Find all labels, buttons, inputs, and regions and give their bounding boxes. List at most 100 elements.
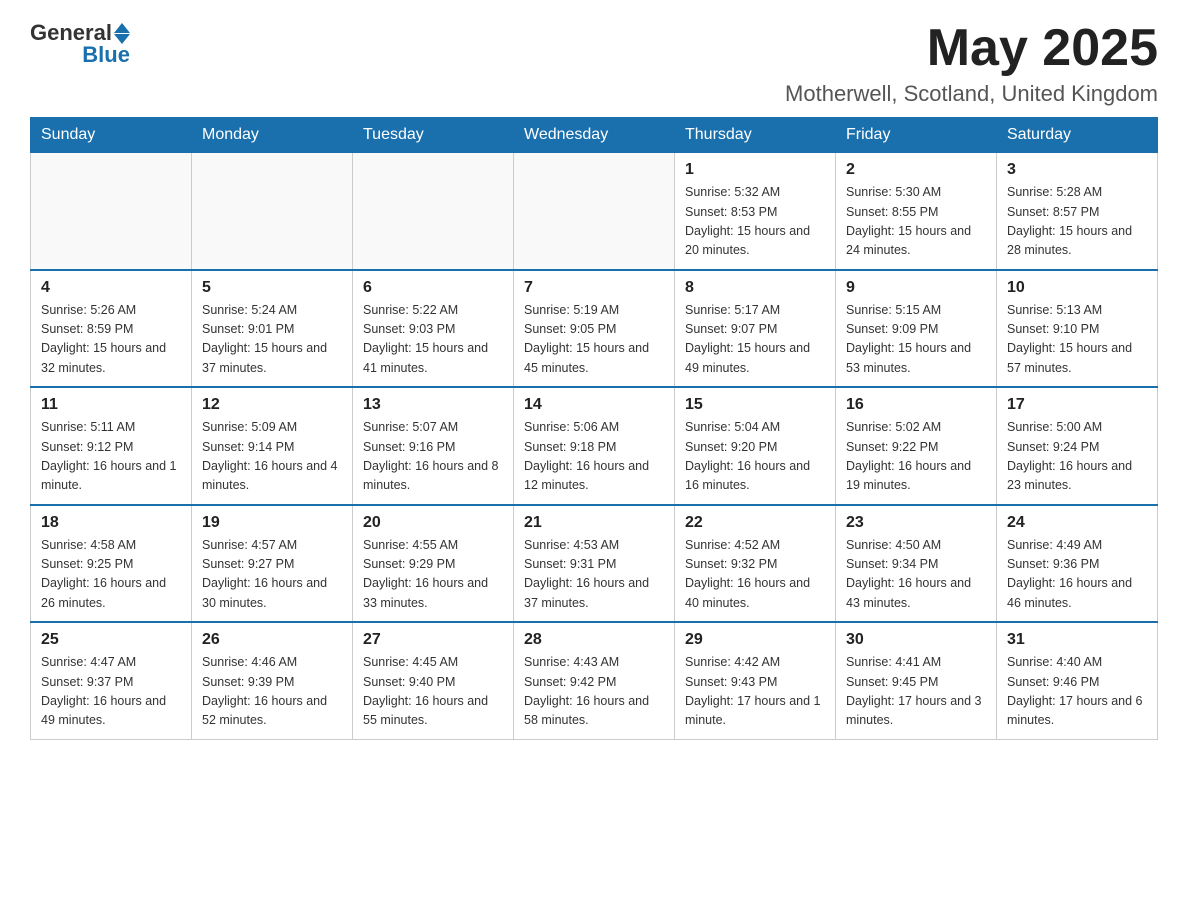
logo-blue-text: Blue (82, 42, 130, 68)
day-number: 14 (524, 396, 664, 414)
day-number: 6 (363, 279, 503, 297)
day-number: 26 (202, 631, 342, 649)
calendar-day-cell: 5 Sunrise: 5:24 AM Sunset: 9:01 PM Daylig… (192, 270, 353, 388)
day-number: 1 (685, 161, 825, 179)
calendar-day-cell (514, 153, 675, 270)
day-info: Sunrise: 4:55 AM Sunset: 9:29 PM Dayligh… (363, 536, 503, 614)
calendar-day-cell: 20Sunrise: 4:55 AM Sunset: 9:29 PM Dayli… (353, 505, 514, 623)
day-info: Sunrise: 4:52 AM Sunset: 9:32 PM Dayligh… (685, 536, 825, 614)
day-info: Sunrise: 4:42 AM Sunset: 9:43 PM Dayligh… (685, 653, 825, 731)
day-info: Sunrise: 4:46 AM Sunset: 9:39 PM Dayligh… (202, 653, 342, 731)
day-info: Sunrise: 4:49 AM Sunset: 9:36 PM Dayligh… (1007, 536, 1147, 614)
day-number: 2 (846, 161, 986, 179)
day-number: 18 (41, 514, 181, 532)
day-number: 4 (41, 279, 181, 297)
day-number: 24 (1007, 514, 1147, 532)
calendar-week-row: 4 Sunrise: 5:26 AM Sunset: 8:59 PM Daylig… (31, 270, 1158, 388)
day-number: 30 (846, 631, 986, 649)
day-number: 27 (363, 631, 503, 649)
day-info: Sunrise: 4:57 AM Sunset: 9:27 PM Dayligh… (202, 536, 342, 614)
calendar-table: SundayMondayTuesdayWednesdayThursdayFrid… (30, 117, 1158, 740)
day-info: Sunrise: 4:40 AM Sunset: 9:46 PM Dayligh… (1007, 653, 1147, 731)
calendar-header-thursday: Thursday (675, 118, 836, 153)
calendar-day-cell: 1 Sunrise: 5:32 AM Sunset: 8:53 PM Daylig… (675, 153, 836, 270)
day-info: Sunrise: 5:22 AM Sunset: 9:03 PM Dayligh… (363, 301, 503, 379)
calendar-header-monday: Monday (192, 118, 353, 153)
calendar-week-row: 25Sunrise: 4:47 AM Sunset: 9:37 PM Dayli… (31, 622, 1158, 739)
day-number: 15 (685, 396, 825, 414)
day-number: 21 (524, 514, 664, 532)
day-info: Sunrise: 5:06 AM Sunset: 9:18 PM Dayligh… (524, 418, 664, 496)
calendar-day-cell: 19 Sunrise: 4:57 AM Sunset: 9:27 PM Dayli… (192, 505, 353, 623)
day-number: 29 (685, 631, 825, 649)
day-info: Sunrise: 5:24 AM Sunset: 9:01 PM Dayligh… (202, 301, 342, 379)
day-number: 11 (41, 396, 181, 414)
calendar-day-cell: 23 Sunrise: 4:50 AM Sunset: 9:34 PM Dayli… (836, 505, 997, 623)
day-info: Sunrise: 4:53 AM Sunset: 9:31 PM Dayligh… (524, 536, 664, 614)
day-info: Sunrise: 5:17 AM Sunset: 9:07 PM Dayligh… (685, 301, 825, 379)
calendar-day-cell: 29 Sunrise: 4:42 AM Sunset: 9:43 PM Dayli… (675, 622, 836, 739)
calendar-day-cell: 16 Sunrise: 5:02 AM Sunset: 9:22 PM Dayli… (836, 387, 997, 505)
day-info: Sunrise: 4:45 AM Sunset: 9:40 PM Dayligh… (363, 653, 503, 731)
calendar-day-cell: 3Sunrise: 5:28 AM Sunset: 8:57 PM Daylig… (997, 153, 1158, 270)
calendar-day-cell: 15 Sunrise: 5:04 AM Sunset: 9:20 PM Dayli… (675, 387, 836, 505)
day-info: Sunrise: 4:47 AM Sunset: 9:37 PM Dayligh… (41, 653, 181, 731)
calendar-day-cell: 24 Sunrise: 4:49 AM Sunset: 9:36 PM Dayli… (997, 505, 1158, 623)
day-number: 16 (846, 396, 986, 414)
day-info: Sunrise: 5:15 AM Sunset: 9:09 PM Dayligh… (846, 301, 986, 379)
day-info: Sunrise: 4:43 AM Sunset: 9:42 PM Dayligh… (524, 653, 664, 731)
calendar-day-cell: 21 Sunrise: 4:53 AM Sunset: 9:31 PM Dayli… (514, 505, 675, 623)
calendar-day-cell: 31 Sunrise: 4:40 AM Sunset: 9:46 PM Dayli… (997, 622, 1158, 739)
day-number: 17 (1007, 396, 1147, 414)
day-number: 22 (685, 514, 825, 532)
calendar-day-cell: 13Sunrise: 5:07 AM Sunset: 9:16 PM Dayli… (353, 387, 514, 505)
day-info: Sunrise: 5:02 AM Sunset: 9:22 PM Dayligh… (846, 418, 986, 496)
calendar-day-cell: 28 Sunrise: 4:43 AM Sunset: 9:42 PM Dayli… (514, 622, 675, 739)
calendar-day-cell: 4 Sunrise: 5:26 AM Sunset: 8:59 PM Daylig… (31, 270, 192, 388)
calendar-header-row: SundayMondayTuesdayWednesdayThursdayFrid… (31, 118, 1158, 153)
day-number: 5 (202, 279, 342, 297)
day-number: 10 (1007, 279, 1147, 297)
day-info: Sunrise: 5:04 AM Sunset: 9:20 PM Dayligh… (685, 418, 825, 496)
calendar-week-row: 18 Sunrise: 4:58 AM Sunset: 9:25 PM Dayli… (31, 505, 1158, 623)
calendar-day-cell: 9 Sunrise: 5:15 AM Sunset: 9:09 PM Daylig… (836, 270, 997, 388)
logo: General Blue (30, 20, 130, 68)
month-year-title: May 2025 (785, 20, 1158, 77)
calendar-day-cell: 25Sunrise: 4:47 AM Sunset: 9:37 PM Dayli… (31, 622, 192, 739)
day-info: Sunrise: 5:28 AM Sunset: 8:57 PM Dayligh… (1007, 183, 1147, 261)
calendar-day-cell: 8 Sunrise: 5:17 AM Sunset: 9:07 PM Daylig… (675, 270, 836, 388)
calendar-day-cell: 27 Sunrise: 4:45 AM Sunset: 9:40 PM Dayli… (353, 622, 514, 739)
day-number: 9 (846, 279, 986, 297)
calendar-day-cell: 26 Sunrise: 4:46 AM Sunset: 9:39 PM Dayli… (192, 622, 353, 739)
day-number: 19 (202, 514, 342, 532)
day-info: Sunrise: 5:19 AM Sunset: 9:05 PM Dayligh… (524, 301, 664, 379)
location-subtitle: Motherwell, Scotland, United Kingdom (785, 81, 1158, 107)
calendar-day-cell: 11 Sunrise: 5:11 AM Sunset: 9:12 PM Dayli… (31, 387, 192, 505)
day-number: 13 (363, 396, 503, 414)
calendar-day-cell: 10 Sunrise: 5:13 AM Sunset: 9:10 PM Dayli… (997, 270, 1158, 388)
calendar-header-tuesday: Tuesday (353, 118, 514, 153)
calendar-header-sunday: Sunday (31, 118, 192, 153)
day-info: Sunrise: 5:30 AM Sunset: 8:55 PM Dayligh… (846, 183, 986, 261)
day-info: Sunrise: 5:26 AM Sunset: 8:59 PM Dayligh… (41, 301, 181, 379)
calendar-day-cell: 7 Sunrise: 5:19 AM Sunset: 9:05 PM Daylig… (514, 270, 675, 388)
day-number: 12 (202, 396, 342, 414)
calendar-day-cell (31, 153, 192, 270)
day-number: 8 (685, 279, 825, 297)
day-number: 28 (524, 631, 664, 649)
day-info: Sunrise: 4:50 AM Sunset: 9:34 PM Dayligh… (846, 536, 986, 614)
calendar-week-row: 1 Sunrise: 5:32 AM Sunset: 8:53 PM Daylig… (31, 153, 1158, 270)
calendar-day-cell: 12Sunrise: 5:09 AM Sunset: 9:14 PM Dayli… (192, 387, 353, 505)
day-info: Sunrise: 5:00 AM Sunset: 9:24 PM Dayligh… (1007, 418, 1147, 496)
day-number: 31 (1007, 631, 1147, 649)
day-info: Sunrise: 4:58 AM Sunset: 9:25 PM Dayligh… (41, 536, 181, 614)
calendar-day-cell: 2 Sunrise: 5:30 AM Sunset: 8:55 PM Daylig… (836, 153, 997, 270)
day-number: 7 (524, 279, 664, 297)
calendar-day-cell: 18 Sunrise: 4:58 AM Sunset: 9:25 PM Dayli… (31, 505, 192, 623)
day-info: Sunrise: 5:32 AM Sunset: 8:53 PM Dayligh… (685, 183, 825, 261)
day-info: Sunrise: 5:13 AM Sunset: 9:10 PM Dayligh… (1007, 301, 1147, 379)
day-number: 23 (846, 514, 986, 532)
calendar-week-row: 11 Sunrise: 5:11 AM Sunset: 9:12 PM Dayli… (31, 387, 1158, 505)
calendar-day-cell: 30Sunrise: 4:41 AM Sunset: 9:45 PM Dayli… (836, 622, 997, 739)
day-info: Sunrise: 5:11 AM Sunset: 9:12 PM Dayligh… (41, 418, 181, 496)
